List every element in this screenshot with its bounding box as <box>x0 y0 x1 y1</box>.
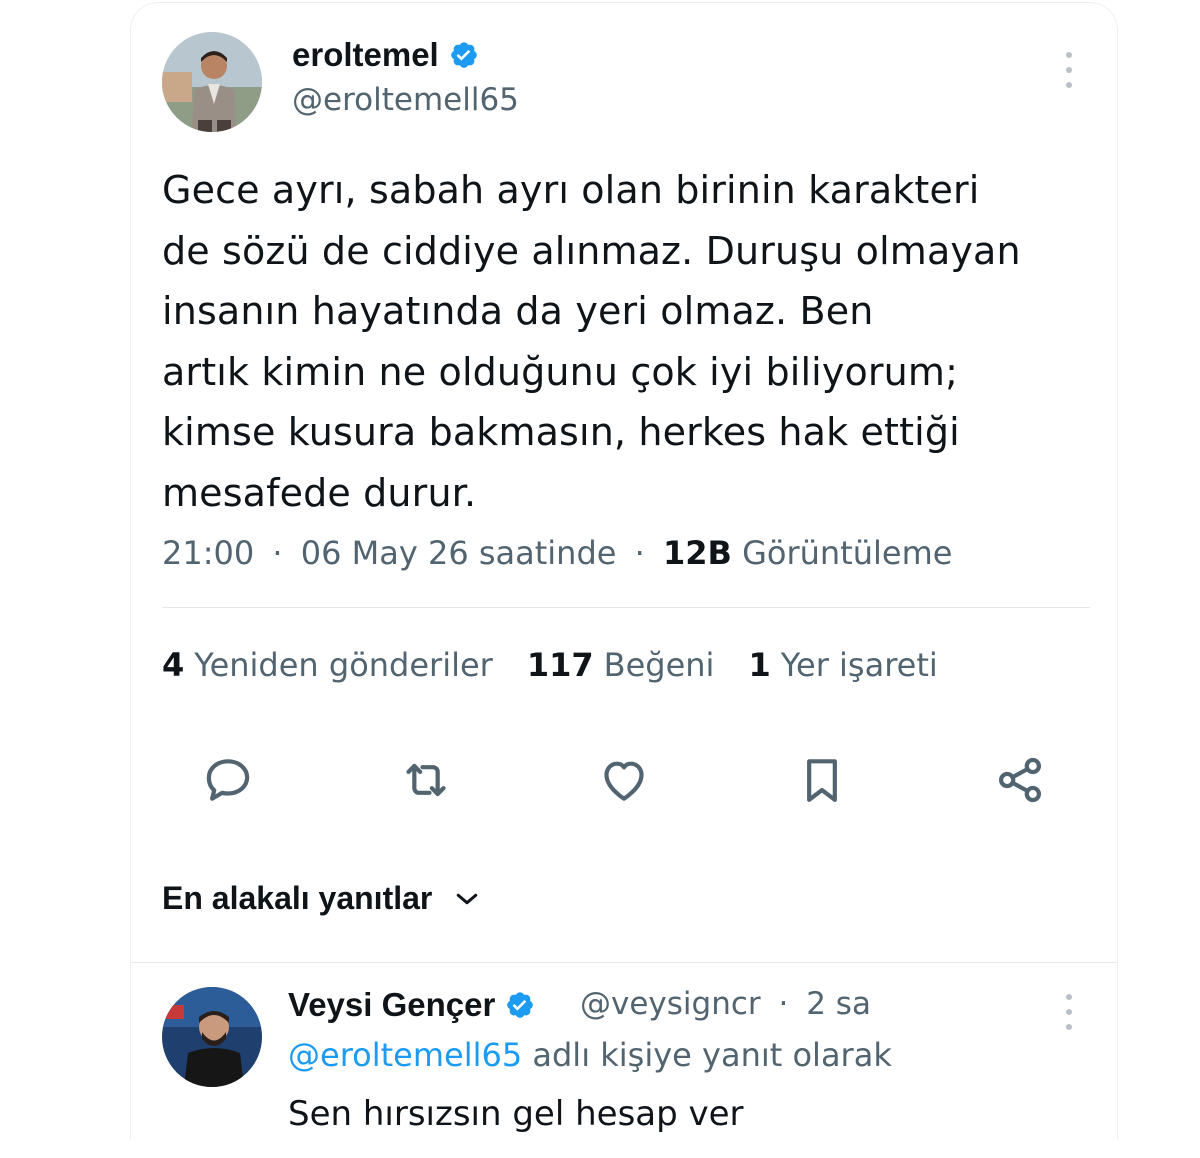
replies-sort-label: En alakalı yanıtlar <box>162 880 433 916</box>
reply-author-name-text: Veysi Gençer <box>288 986 496 1023</box>
bookmark-icon[interactable] <box>794 752 850 808</box>
likes-stat[interactable]: 117 Beğeni <box>527 646 715 684</box>
tweet-line: Gece ayrı, sabah ayrı olan birinin karak… <box>162 168 980 212</box>
replying-to: @eroltemell65 adlı kişiye yanıt olarak <box>288 1036 892 1074</box>
likes-label: Beğeni <box>603 646 715 684</box>
verified-badge-icon <box>505 990 535 1020</box>
meta-separator: · <box>634 534 645 572</box>
reposts-label: Yeniden gönderiler <box>194 646 493 684</box>
reply-icon[interactable] <box>200 752 256 808</box>
replies-sort-dropdown[interactable]: En alakalı yanıtlar <box>162 880 482 917</box>
author-name[interactable]: eroltemel <box>292 36 479 74</box>
reply-author-handle[interactable]: @veysigncr <box>580 986 761 1022</box>
tweet-line: insanın hayatında da yeri olmaz. Ben <box>162 289 874 333</box>
bookmarks-count: 1 <box>748 646 771 684</box>
more-options-icon[interactable] <box>1063 52 1075 88</box>
likes-count: 117 <box>526 646 594 684</box>
reposts-stat[interactable]: 4 Yeniden gönderiler <box>162 646 493 684</box>
divider <box>131 962 1117 963</box>
reply-meta: @veysigncr · 2 sa <box>580 986 871 1022</box>
verified-badge-icon <box>449 40 479 70</box>
share-icon[interactable] <box>992 752 1048 808</box>
replying-to-handle-link[interactable]: @eroltemell65 <box>288 1036 522 1074</box>
views-label: Görüntüleme <box>742 534 953 572</box>
reply-more-options-icon[interactable] <box>1063 994 1075 1030</box>
heart-icon[interactable] <box>596 752 652 808</box>
tweet-line: artık kimin ne olduğunu çok iyi biliyoru… <box>162 349 959 394</box>
meta-separator: · <box>272 534 283 572</box>
tweet-line: mesafede durur. <box>162 470 477 515</box>
author-avatar[interactable] <box>162 32 262 132</box>
replying-to-suffix: adlı kişiye yanıt olarak <box>522 1036 892 1074</box>
bookmarks-label: Yer işareti <box>780 646 938 684</box>
reposts-count: 4 <box>162 646 185 684</box>
tweet-text: Gece ayrı, sabah ayrı olan birinin karak… <box>162 160 1102 523</box>
reply-text: Sen hırsızsın gel hesap ver <box>288 1094 744 1134</box>
bookmarks-stat[interactable]: 1 Yer işareti <box>748 646 937 684</box>
retweet-icon[interactable] <box>398 752 454 808</box>
reply-author-avatar[interactable] <box>162 987 262 1087</box>
meta-separator: · <box>778 986 789 1022</box>
tweet-date[interactable]: 06 May 26 saatinde <box>301 534 617 572</box>
views-count: 12B <box>662 534 732 572</box>
reply-age[interactable]: 2 sa <box>806 986 871 1022</box>
author-handle[interactable]: @eroltemell65 <box>292 82 519 118</box>
chevron-down-icon <box>452 884 482 914</box>
tweet-line: de sözü de ciddiye alınmaz. Duruşu olmay… <box>162 228 1021 273</box>
tweet-meta: 21:00 · 06 May 26 saatinde · 12B Görüntü… <box>162 534 952 572</box>
divider <box>162 607 1090 608</box>
reply-author-name[interactable]: Veysi Gençer <box>288 986 535 1024</box>
engagement-stats: 4 Yeniden gönderiler 117 Beğeni 1 Yer işare… <box>162 646 972 684</box>
tweet-line: kimse kusura bakmasın, herkes hak ettiği <box>162 410 960 454</box>
tweet-time[interactable]: 21:00 <box>162 534 254 572</box>
author-name-text: eroltemel <box>292 36 439 73</box>
